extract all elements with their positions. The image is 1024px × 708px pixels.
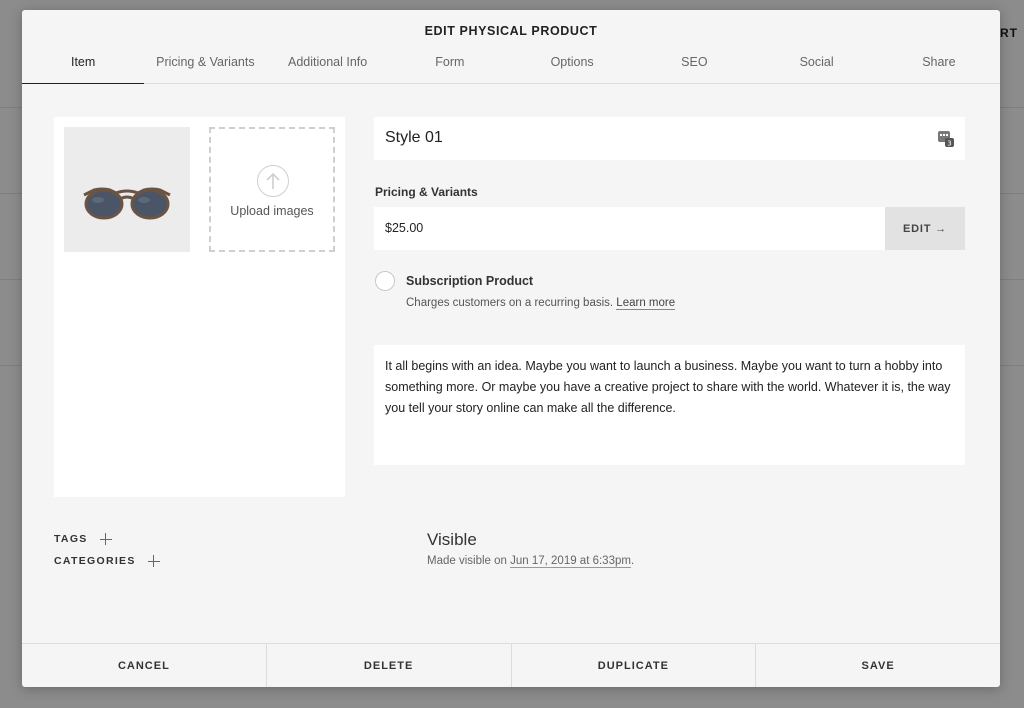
visibility-date-link[interactable]: Jun 17, 2019 at 6:33pm — [510, 555, 631, 568]
duplicate-button[interactable]: DUPLICATE — [512, 644, 757, 687]
tab-form[interactable]: Form — [389, 50, 511, 83]
upload-images-label: Upload images — [230, 204, 314, 218]
visibility-suffix: . — [630, 555, 635, 567]
subscription-description: Charges customers on a recurring basis. … — [406, 297, 676, 310]
tab-seo[interactable]: SEO — [633, 50, 755, 83]
price-field[interactable]: $25.00 — [374, 207, 885, 250]
product-description-editor[interactable]: It all begins with an idea. Maybe you wa… — [374, 345, 965, 465]
visibility-description: Made visible on Jun 17, 2019 at 6:33pm. — [427, 555, 635, 568]
product-title-value: Style 01 — [385, 129, 443, 146]
pricing-variants-label: Pricing & Variants — [375, 185, 478, 199]
modal-title: EDIT PHYSICAL PRODUCT — [424, 24, 598, 38]
categories-row: CATEGORIES — [54, 555, 160, 567]
variant-stack-icon[interactable]: 3 — [938, 129, 954, 148]
visibility-status[interactable]: Visible — [427, 530, 477, 550]
add-tag-plus-icon[interactable] — [99, 533, 112, 545]
tags-label: TAGS — [54, 533, 88, 545]
price-value: $25.00 — [385, 221, 424, 235]
save-button[interactable]: SAVE — [756, 644, 1000, 687]
product-title-input[interactable]: Style 01 3 — [374, 117, 965, 160]
tab-pricing-variants[interactable]: Pricing & Variants — [144, 50, 266, 83]
image-panel: Upload images — [54, 117, 345, 497]
sunglasses-image — [83, 187, 171, 220]
add-category-plus-icon[interactable] — [147, 555, 160, 567]
delete-button[interactable]: DELETE — [267, 644, 512, 687]
modal-footer: CANCEL DELETE DUPLICATE SAVE — [22, 643, 1000, 687]
edit-product-modal: EDIT PHYSICAL PRODUCT Item Pricing & Var… — [22, 10, 1000, 687]
tab-item[interactable]: Item — [22, 50, 145, 84]
upload-arrow-icon — [257, 165, 289, 197]
upload-images-button[interactable]: Upload images — [209, 127, 335, 252]
product-image-thumbnail[interactable] — [64, 127, 190, 252]
svg-text:3: 3 — [947, 140, 951, 148]
learn-more-link[interactable]: Learn more — [616, 297, 676, 310]
subscription-description-text: Charges customers on a recurring basis. — [406, 297, 614, 309]
visibility-prefix: Made visible on — [427, 555, 507, 567]
tab-social[interactable]: Social — [756, 50, 878, 83]
cancel-button[interactable]: CANCEL — [22, 644, 267, 687]
tags-row: TAGS — [54, 533, 112, 545]
tab-share[interactable]: Share — [878, 50, 1000, 83]
edit-pricing-button[interactable]: EDIT → — [885, 207, 965, 250]
tab-bar: Item Pricing & Variants Additional Info … — [22, 50, 1000, 84]
subscription-product-label: Subscription Product — [406, 274, 534, 288]
tab-additional-info[interactable]: Additional Info — [267, 50, 389, 83]
tab-options[interactable]: Options — [511, 50, 633, 83]
categories-label: CATEGORIES — [54, 555, 136, 567]
subscription-product-radio[interactable] — [375, 271, 395, 291]
